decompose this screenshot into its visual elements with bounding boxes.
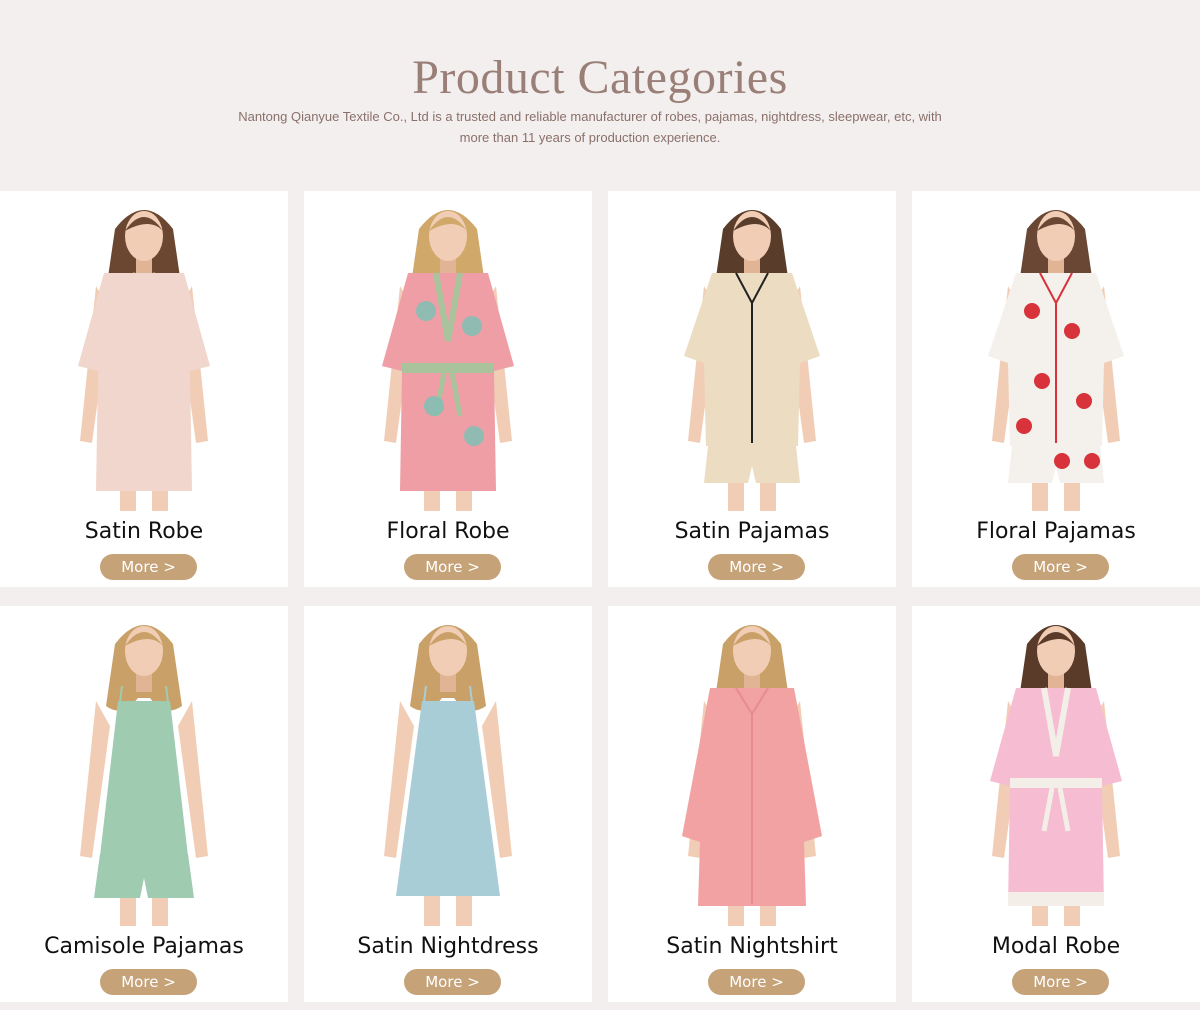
robe-belt [402,363,494,373]
page-header: Product Categories Nantong Qianyue Texti… [0,0,1200,191]
intro-line-2: more than 11 years of production experie… [459,130,721,145]
category-name[interactable]: Satin Pajamas [608,516,896,548]
category-card[interactable]: Satin Robe More > [0,191,288,587]
robe-belt [98,363,190,373]
rose-print [1016,418,1032,434]
rose-print [1076,393,1092,409]
rose-print [1084,453,1100,469]
lace-hem [1008,892,1104,906]
camisole-top [100,701,188,856]
pajama-shorts [704,446,800,483]
category-name[interactable]: Modal Robe [912,931,1200,963]
flower-print [424,396,444,416]
category-name[interactable]: Satin Robe [0,516,288,548]
more-button[interactable]: More > [708,554,805,580]
intro-text: Nantong Qianyue Textile Co., Ltd is a tr… [210,106,970,148]
product-photo[interactable] [608,606,896,926]
more-button[interactable]: More > [1012,969,1109,995]
product-photo[interactable] [0,191,288,511]
category-card[interactable]: Floral Robe More > [304,191,592,587]
more-button[interactable]: More > [404,969,501,995]
category-card[interactable]: Satin Nightdress More > [304,606,592,1002]
category-name[interactable]: Satin Nightshirt [608,931,896,963]
product-photo[interactable] [912,191,1200,511]
category-card[interactable]: Modal Robe More > [912,606,1200,1002]
category-card[interactable]: Satin Nightshirt More > [608,606,896,1002]
product-photo[interactable] [304,191,592,511]
product-photo[interactable] [304,606,592,926]
more-button[interactable]: More > [100,969,197,995]
product-photo[interactable] [0,606,288,926]
rose-print [1034,373,1050,389]
flower-print [416,301,436,321]
category-name[interactable]: Satin Nightdress [304,931,592,963]
more-button[interactable]: More > [708,969,805,995]
flower-print [462,316,482,336]
flower-print [464,426,484,446]
intro-line-1: Nantong Qianyue Textile Co., Ltd is a tr… [238,109,942,124]
robe-belt [1010,778,1102,788]
rose-print [1054,453,1070,469]
product-photo[interactable] [608,191,896,511]
category-name[interactable]: Floral Pajamas [912,516,1200,548]
category-name[interactable]: Camisole Pajamas [0,931,288,963]
product-photo[interactable] [912,606,1200,926]
rose-print [1064,323,1080,339]
category-name[interactable]: Floral Robe [304,516,592,548]
category-card[interactable]: Floral Pajamas More > [912,191,1200,587]
more-button[interactable]: More > [100,554,197,580]
more-button[interactable]: More > [404,554,501,580]
more-button[interactable]: More > [1012,554,1109,580]
category-card[interactable]: Camisole Pajamas More > [0,606,288,1002]
camisole-shorts [94,854,194,898]
category-card[interactable]: Satin Pajamas More > [608,191,896,587]
rose-print [1024,303,1040,319]
page-title: Product Categories [412,51,788,104]
